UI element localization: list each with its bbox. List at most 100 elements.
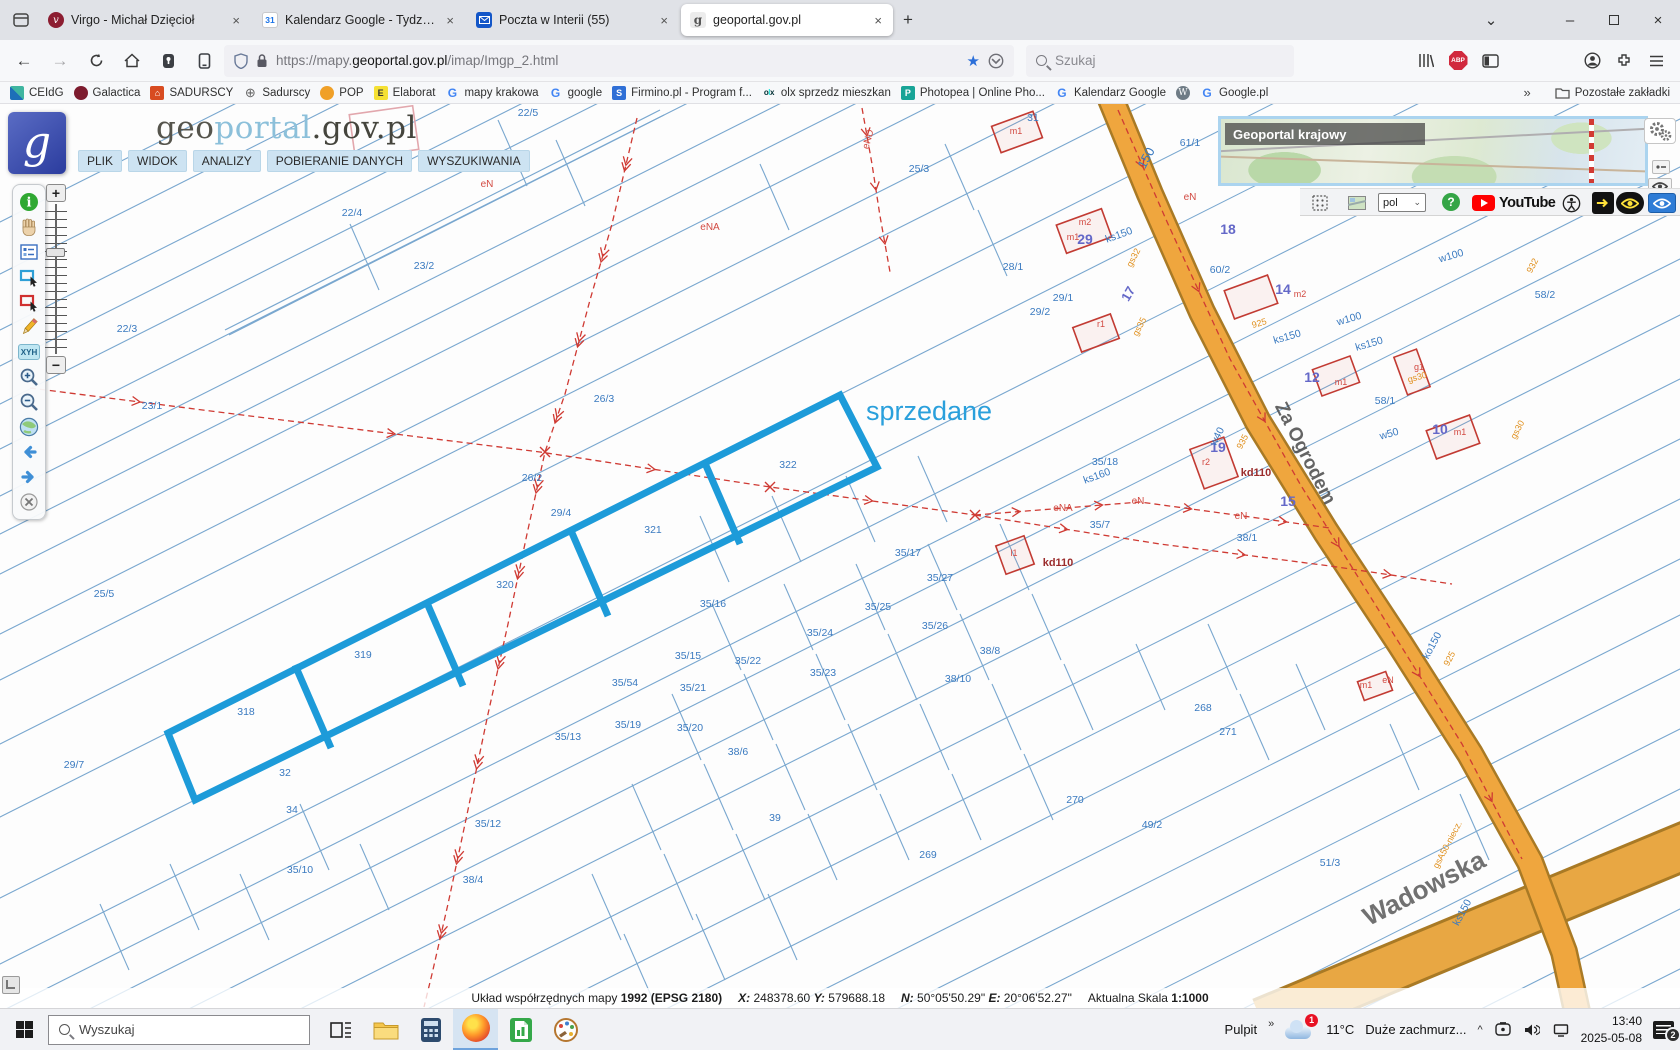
- bookmark-Google.pl[interactable]: G Google.pl: [1200, 86, 1268, 100]
- highlighted-parcels[interactable]: [163, 390, 882, 805]
- contrast-eye-button[interactable]: [1616, 192, 1644, 214]
- extension-device-icon[interactable]: [188, 46, 220, 76]
- tab-Kalendarz Google - Tydzień, w...[interactable]: 31Kalendarz Google - Tydzień, w...×: [253, 4, 465, 36]
- toolbar-globe-icon[interactable]: [18, 416, 40, 438]
- tab-Poczta w Interii (55)[interactable]: Poczta w Interii (55) ×: [467, 4, 679, 36]
- minimize-button[interactable]: –: [1548, 0, 1592, 40]
- bookmark-Kalendarz Google[interactable]: G Kalendarz Google: [1055, 86, 1166, 100]
- language-select[interactable]: pol ⌄: [1378, 193, 1426, 212]
- toolbar-zoom-out-icon[interactable]: [18, 391, 40, 413]
- tab-close-icon[interactable]: ×: [230, 13, 242, 28]
- taskbar-paint-icon[interactable]: [543, 1009, 588, 1050]
- taskbar-search[interactable]: Wyszukaj: [48, 1014, 310, 1045]
- zoom-out-button[interactable]: −: [46, 356, 66, 374]
- menu-POBIERANIE DANYCH[interactable]: POBIERANIE DANYCH: [266, 150, 413, 172]
- toolbar-select-blue-icon[interactable]: [18, 266, 40, 288]
- bookmark-mapy krakowa[interactable]: Gmapy krakowa: [445, 86, 539, 100]
- fullscreen-arrow-button[interactable]: [1592, 192, 1614, 214]
- bookmark-Photopea | Online Pho...[interactable]: P Photopea | Online Pho...: [900, 85, 1045, 100]
- temperature-label[interactable]: 11°C: [1326, 1022, 1354, 1037]
- volume-icon[interactable]: [1523, 1022, 1541, 1038]
- minimap-collapse-icon[interactable]: [1652, 160, 1670, 174]
- bookmark-Firmino.pl - Program f...[interactable]: S Firmino.pl - Program f...: [612, 85, 752, 100]
- toolbar-zoom-in-icon[interactable]: [18, 366, 40, 388]
- network-icon[interactable]: [1552, 1022, 1570, 1038]
- weather-icon[interactable]: 1: [1285, 1013, 1319, 1041]
- maximize-button[interactable]: [1592, 0, 1636, 40]
- menu-PLIK[interactable]: PLIK: [78, 150, 123, 172]
- reload-icon[interactable]: [80, 46, 112, 76]
- toolbar-next-view-icon[interactable]: [18, 466, 40, 488]
- hidden-icons-chevron[interactable]: ^: [1477, 1024, 1482, 1036]
- bookmark-google[interactable]: Ggoogle: [549, 86, 602, 100]
- bookmark-olx sprzedz mieszkan[interactable]: o l x olx sprzedz mieszkan: [762, 86, 891, 100]
- zoom-slider-handle[interactable]: [46, 248, 65, 257]
- tab-Virgo - Michał Dzięcioł[interactable]: v Virgo - Michał Dzięcioł ×: [39, 4, 251, 36]
- help-icon[interactable]: ?: [1442, 193, 1460, 211]
- menu-ANALIZY[interactable]: ANALIZY: [192, 150, 261, 172]
- taskbar-calculator-icon[interactable]: [408, 1009, 453, 1050]
- library-icon[interactable]: [1410, 46, 1442, 76]
- extension-password-icon[interactable]: [152, 46, 184, 76]
- bookmark-POP[interactable]: POP: [320, 85, 364, 100]
- extensions-icon[interactable]: [1608, 46, 1640, 76]
- map-corner-button[interactable]: [2, 976, 20, 994]
- weather-text[interactable]: Duże zachmurz...: [1365, 1022, 1466, 1037]
- adblock-plus-icon[interactable]: ABP: [1442, 46, 1474, 76]
- accessibility-icon[interactable]: [1562, 194, 1581, 218]
- pocket-icon[interactable]: [988, 53, 1004, 69]
- toolbar-select-red-icon[interactable]: [18, 291, 40, 313]
- home-icon[interactable]: [116, 46, 148, 76]
- tab-close-icon[interactable]: ×: [444, 13, 456, 28]
- taskbar-explorer-icon[interactable]: [363, 1009, 408, 1050]
- tracking-shield-icon[interactable]: [234, 52, 248, 69]
- firefox-view-icon[interactable]: [6, 5, 36, 35]
- bookmark-CEIdG[interactable]: CEIdG: [10, 85, 64, 100]
- tray-app-icon[interactable]: [1494, 1022, 1512, 1038]
- toolbar-pan-icon[interactable]: [18, 216, 40, 238]
- tab-geoportal.gov.pl[interactable]: g geoportal.gov.pl ×: [681, 4, 893, 36]
- bookmarks-overflow-icon[interactable]: »: [1524, 85, 1531, 100]
- menu-WYSZUKIWANIA[interactable]: WYSZUKIWANIA: [418, 150, 530, 172]
- bookmark-icon[interactable]: W: [1176, 85, 1191, 100]
- desktop-label[interactable]: Pulpit: [1225, 1022, 1258, 1037]
- toolbar-prev-view-icon[interactable]: [18, 441, 40, 463]
- basemap-preview-icon[interactable]: [1347, 196, 1367, 215]
- bookmark-Sadurscy[interactable]: ⊕ Sadurscy: [243, 85, 310, 100]
- toolbar-draw-icon[interactable]: [18, 316, 40, 338]
- sidebars-icon[interactable]: [1474, 46, 1506, 76]
- address-bar[interactable]: https://mapy.geoportal.gov.pl/imap/Imgp_…: [224, 44, 1014, 77]
- toolbar-close-icon[interactable]: [18, 491, 40, 513]
- forward-icon[interactable]: →: [44, 46, 76, 76]
- taskbar-task-view-icon[interactable]: [318, 1009, 363, 1050]
- menu-WIDOK[interactable]: WIDOK: [128, 150, 187, 172]
- account-icon[interactable]: [1576, 46, 1608, 76]
- overview-minimap[interactable]: Geoportal krajowy: [1218, 116, 1648, 186]
- zoom-in-button[interactable]: +: [46, 184, 66, 202]
- taskbar-firefox-icon[interactable]: [453, 1008, 498, 1050]
- new-tab-button[interactable]: +: [894, 6, 922, 34]
- toolbar-legend-icon[interactable]: [18, 241, 40, 263]
- other-bookmarks-button[interactable]: Pozostałe zakładki: [1555, 87, 1670, 99]
- zoom-slider-track[interactable]: [45, 204, 67, 354]
- map-settings-gear-icon[interactable]: [1644, 118, 1676, 144]
- search-bar[interactable]: Szukaj: [1026, 44, 1294, 77]
- bookmark-SADURSCY[interactable]: ⌂ SADURSCY: [150, 85, 233, 100]
- desktop-chevron[interactable]: »: [1268, 1018, 1274, 1030]
- map-canvas[interactable]: 22/525/33122/423/222/323/126/328/129/129…: [0, 104, 1680, 1008]
- menu-icon[interactable]: [1640, 46, 1672, 76]
- lock-icon[interactable]: [256, 53, 268, 68]
- action-center-icon[interactable]: 2: [1653, 1020, 1680, 1043]
- visibility-eye-button[interactable]: [1648, 193, 1676, 213]
- toolbar-xyh-icon[interactable]: XYH: [18, 341, 40, 363]
- bookmark-star-icon[interactable]: ★: [967, 52, 980, 70]
- bookmark-Elaborat[interactable]: E Elaborat: [373, 85, 435, 100]
- list-all-tabs-icon[interactable]: ⌄: [1476, 5, 1506, 35]
- close-button[interactable]: ×: [1636, 0, 1680, 40]
- tab-close-icon[interactable]: ×: [658, 13, 670, 28]
- start-button[interactable]: [0, 1009, 48, 1050]
- bookmark-Galactica[interactable]: Galactica: [73, 85, 140, 100]
- back-icon[interactable]: ←: [8, 46, 40, 76]
- toolbar-info-icon[interactable]: i: [18, 191, 40, 213]
- youtube-link[interactable]: YouTube: [1472, 195, 1556, 211]
